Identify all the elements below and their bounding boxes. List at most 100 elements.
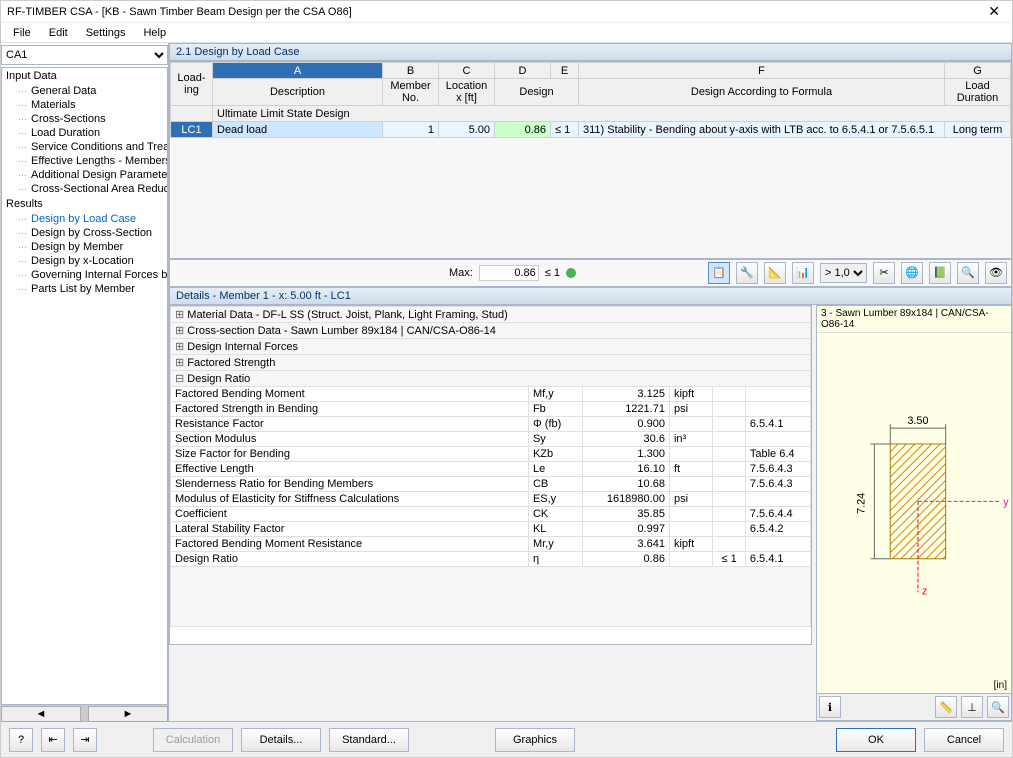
nav-item[interactable]: Cross-Sectional Area Reduction: [16, 182, 167, 196]
col-letter-d[interactable]: D: [495, 63, 551, 79]
filter-icon-3[interactable]: 📐: [764, 262, 786, 284]
col-letter-e[interactable]: E: [551, 63, 579, 79]
detail-row[interactable]: Size Factor for BendingKZb1.300Table 6.4: [171, 446, 811, 461]
det-ratio-head[interactable]: Design Ratio: [171, 370, 811, 386]
tool-icon-4[interactable]: 🔍: [957, 262, 979, 284]
prev-module-icon[interactable]: ⇤: [41, 728, 65, 752]
table-row[interactable]: LC1 Dead load 1 5.00 0.86 ≤ 1 311) Stabi…: [171, 122, 1011, 138]
col-description[interactable]: Description: [213, 79, 383, 106]
details-button[interactable]: Details...: [241, 728, 321, 752]
col-memberno[interactable]: Member No.: [383, 79, 439, 106]
col-letter-f[interactable]: F: [579, 63, 945, 79]
nav-item-active[interactable]: Design by Load Case: [16, 212, 167, 226]
nav-item[interactable]: Design by Member: [16, 240, 167, 254]
standard-button[interactable]: Standard...: [329, 728, 409, 752]
detail-row[interactable]: Design Ratioη0.86≤ 16.5.4.1: [171, 551, 811, 566]
results-grid[interactable]: Load- ing A B C D E F G Description Memb…: [169, 61, 1012, 259]
nav-item[interactable]: Design by x-Location: [16, 254, 167, 268]
next-module-icon[interactable]: ⇥: [73, 728, 97, 752]
detail-row[interactable]: Section ModulusSy30.6in³: [171, 431, 811, 446]
help-icon[interactable]: ?: [9, 728, 33, 752]
col-design[interactable]: Design: [495, 79, 579, 106]
nav-item[interactable]: Load Duration: [16, 126, 167, 140]
det-le: [713, 506, 746, 521]
col-letter-b[interactable]: B: [383, 63, 439, 79]
det-value: 10.68: [583, 476, 670, 491]
det-le: [713, 476, 746, 491]
nav-tree[interactable]: Input Data General Data Materials Cross-…: [1, 67, 168, 705]
max-value-input[interactable]: [479, 265, 539, 281]
det-value: 1618980.00: [583, 491, 670, 506]
menu-help[interactable]: Help: [135, 25, 174, 41]
nav-item[interactable]: Materials: [16, 98, 167, 112]
preview-canvas[interactable]: 3.50 7.24 y z [in]: [817, 333, 1011, 694]
col-letter-a[interactable]: A: [213, 63, 383, 79]
nav-item[interactable]: Cross-Sections: [16, 112, 167, 126]
det-value: 0.997: [583, 521, 670, 536]
cell-duration[interactable]: Long term: [945, 122, 1011, 138]
nav-item[interactable]: General Data: [16, 84, 167, 98]
detail-row[interactable]: Factored Bending MomentMf,y3.125kipft: [171, 386, 811, 401]
detail-row[interactable]: Modulus of Elasticity for Stiffness Calc…: [171, 491, 811, 506]
det-symbol: Le: [528, 461, 582, 476]
ratio-range-select[interactable]: > 1,0: [820, 263, 867, 283]
menu-file[interactable]: File: [5, 25, 39, 41]
cell-loc[interactable]: 5.00: [439, 122, 495, 138]
nav-item[interactable]: Additional Design Parameters: [16, 168, 167, 182]
menu-edit[interactable]: Edit: [41, 25, 76, 41]
filter-icon-2[interactable]: 🔧: [736, 262, 758, 284]
extended-view-icon[interactable]: 🔍: [987, 696, 1009, 718]
cell-lc[interactable]: LC1: [171, 122, 213, 138]
menu-settings[interactable]: Settings: [78, 25, 134, 41]
det-section[interactable]: Cross-section Data - Sawn Lumber 89x184 …: [171, 322, 811, 338]
stress-icon[interactable]: ⊥: [961, 696, 983, 718]
nav-scrollbar[interactable]: ◄ ►: [1, 705, 168, 721]
close-icon[interactable]: ✕: [982, 3, 1006, 20]
detail-row[interactable]: Resistance FactorΦ (fb)0.9006.5.4.1: [171, 416, 811, 431]
cell-formula[interactable]: 311) Stability - Bending about y-axis wi…: [579, 122, 945, 138]
cell-desc[interactable]: Dead load: [213, 122, 383, 138]
scroll-thumb[interactable]: [81, 706, 88, 721]
col-letter-g[interactable]: G: [945, 63, 1011, 79]
cancel-button[interactable]: Cancel: [924, 728, 1004, 752]
view-icon[interactable]: 👁: [985, 262, 1007, 284]
detail-row[interactable]: Effective LengthLe16.10ft7.5.6.4.3: [171, 461, 811, 476]
col-formula[interactable]: Design According to Formula: [579, 79, 945, 106]
detail-row[interactable]: Factored Strength in BendingFb1221.71psi: [171, 401, 811, 416]
col-letter-c[interactable]: C: [439, 63, 495, 79]
graphics-button[interactable]: Graphics: [495, 728, 575, 752]
filter-ratio-icon[interactable]: 📋: [708, 262, 730, 284]
nav-item[interactable]: Effective Lengths - Members: [16, 154, 167, 168]
col-loading[interactable]: Load- ing: [171, 63, 213, 106]
det-material[interactable]: Material Data - DF-L SS (Struct. Joist, …: [171, 306, 811, 322]
nav-item[interactable]: Service Conditions and Treatm: [16, 140, 167, 154]
det-ref: 7.5.6.4.3: [745, 461, 810, 476]
tool-icon-1[interactable]: ✂: [873, 262, 895, 284]
section-values-icon[interactable]: 📏: [935, 696, 957, 718]
col-location[interactable]: Location x [ft]: [439, 79, 495, 106]
det-forces[interactable]: Design Internal Forces: [171, 338, 811, 354]
cell-member[interactable]: 1: [383, 122, 439, 138]
scroll-left-icon[interactable]: ◄: [1, 706, 81, 722]
calculation-button[interactable]: Calculation: [153, 728, 233, 752]
nav-item[interactable]: Parts List by Member: [16, 282, 167, 296]
det-value: 3.125: [583, 386, 670, 401]
col-duration[interactable]: Load Duration: [945, 79, 1011, 106]
case-selector[interactable]: CA1: [2, 46, 167, 64]
detail-row[interactable]: CoefficientCK35.857.5.6.4.4: [171, 506, 811, 521]
nav-item[interactable]: Governing Internal Forces by M: [16, 268, 167, 282]
details-grid[interactable]: Material Data - DF-L SS (Struct. Joist, …: [169, 305, 812, 645]
nav-item[interactable]: Design by Cross-Section: [16, 226, 167, 240]
detail-row[interactable]: Lateral Stability FactorKL0.9976.5.4.2: [171, 521, 811, 536]
export-excel-icon[interactable]: 📗: [929, 262, 951, 284]
scroll-right-icon[interactable]: ►: [88, 706, 168, 722]
filter-icon-4[interactable]: 📊: [792, 262, 814, 284]
det-strength[interactable]: Factored Strength: [171, 354, 811, 370]
info-icon[interactable]: ℹ: [819, 696, 841, 718]
tool-icon-2[interactable]: 🌐: [901, 262, 923, 284]
cell-design[interactable]: 0.86: [495, 122, 551, 138]
detail-row[interactable]: Factored Bending Moment ResistanceMr,y3.…: [171, 536, 811, 551]
dim-height: 7.24: [856, 492, 868, 513]
detail-row[interactable]: Slenderness Ratio for Bending MembersCB1…: [171, 476, 811, 491]
ok-button[interactable]: OK: [836, 728, 916, 752]
